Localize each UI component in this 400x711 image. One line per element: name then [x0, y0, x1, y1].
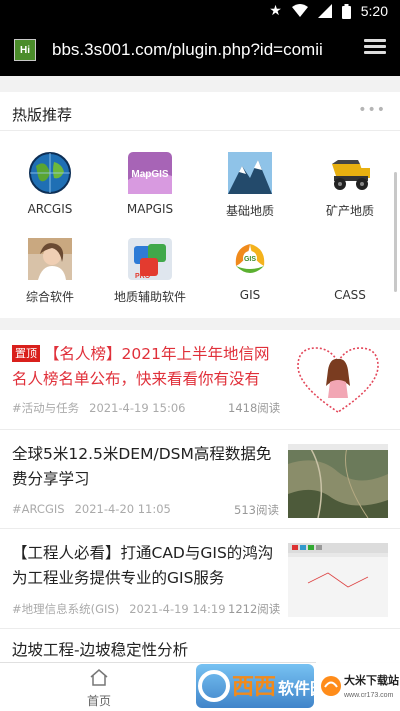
watermark: 西西 软件园 大米下载站 www.cr173.com [196, 660, 400, 711]
divider [0, 130, 400, 131]
board-label: 矿产地质 [325, 204, 374, 218]
scrollbar[interactable] [394, 172, 397, 292]
list-item[interactable]: 【工程人必看】打通CAD与GIS的鸿沟为工程业务提供专业的GIS服务 #地理信息… [0, 529, 400, 629]
globe-icon [26, 150, 74, 196]
office-icon: PRO [126, 236, 174, 282]
browser-toolbar: Hi bbs.3s001.com/plugin.php?id=comii [0, 24, 400, 76]
dump-truck-icon [326, 150, 374, 196]
battery-icon [341, 3, 351, 19]
board-gis[interactable]: GIS GIS [200, 236, 300, 302]
signal-icon [317, 4, 332, 18]
mapgis-icon: MapGIS [126, 150, 174, 196]
board-geology-aux-software[interactable]: PRO 地质辅助软件 [100, 236, 200, 305]
news-thumbnail [288, 543, 388, 617]
board-label: CASS [334, 288, 366, 302]
clock: 5:20 [360, 3, 388, 19]
news-reads: 1212阅读 [228, 602, 281, 616]
blank-icon [326, 236, 374, 282]
news-title: 【工程人必看】打通CAD与GIS的鸿沟为工程业务提供专业的GIS服务 [12, 544, 274, 587]
home-label: 首页 [86, 694, 111, 708]
board-general-software[interactable]: 综合软件 [0, 236, 100, 305]
news-date: 2021-4-19 14:19 [129, 602, 226, 616]
wifi-icon [291, 4, 308, 17]
hot-boards-section: 热版推荐 ••• ARCGIS MapGIS MAPGIS 基础地质 矿产地质 … [0, 92, 400, 318]
list-item[interactable]: 置顶 【名人榜】2021年上半年地信网名人榜名单公布，快来看看你有没有 #活动与任… [0, 330, 400, 430]
board-label: MAPGIS [126, 202, 174, 216]
news-date: 2021-4-19 15:06 [89, 401, 186, 415]
more-icon[interactable]: ••• [358, 102, 386, 118]
news-date: 2021-4-20 11:05 [74, 502, 171, 516]
photo-icon [26, 236, 74, 282]
board-label: 基础地质 [225, 204, 274, 218]
home-icon [90, 669, 108, 686]
news-thumbnail [288, 342, 388, 416]
watermark-text-4: www.cr173.com [343, 692, 394, 699]
news-reads: 1418阅读 [228, 401, 281, 415]
list-item[interactable]: 全球5米12.5米DEM/DSM高程数据免费分享学习 #ARCGIS 2021-4… [0, 430, 400, 529]
news-reads: 513阅读 [234, 503, 279, 517]
board-arcgis[interactable]: ARCGIS [0, 150, 100, 216]
news-thumbnail [288, 444, 388, 518]
watermark-text-1: 西西 [232, 675, 276, 700]
news-title: 全球5米12.5米DEM/DSM高程数据免费分享学习 [12, 445, 272, 488]
board-basic-geology[interactable]: 基础地质 [200, 150, 300, 219]
news-meta: #ARCGIS 2021-4-20 11:05 [12, 502, 171, 516]
news-tag[interactable]: #ARCGIS [12, 502, 65, 516]
gis-leaf-icon: GIS [226, 236, 274, 282]
news-title: 置顶 【名人榜】2021年上半年地信网名人榜名单公布，快来看看你有没有 [12, 345, 270, 388]
svg-text:MapGIS: MapGIS [131, 169, 169, 180]
url-field[interactable]: bbs.3s001.com/plugin.php?id=comii [52, 40, 348, 60]
board-mapgis[interactable]: MapGIS MAPGIS [100, 150, 200, 216]
watermark-text-3: 大米下载站 [344, 673, 399, 687]
news-tag[interactable]: #活动与任务 [12, 401, 79, 415]
pinned-badge: 置顶 [12, 345, 40, 362]
svg-text:PRO: PRO [135, 273, 151, 280]
news-list: 置顶 【名人榜】2021年上半年地信网名人榜名单公布，快来看看你有没有 #活动与任… [0, 330, 400, 670]
tab-home[interactable]: 首页 [74, 668, 124, 709]
board-mineral-geology[interactable]: 矿产地质 [300, 150, 400, 219]
board-label: GIS [239, 288, 261, 302]
svg-text:GIS: GIS [244, 256, 256, 263]
star-icon: ★ [269, 3, 282, 19]
news-meta: #活动与任务 2021-4-19 15:06 [12, 400, 185, 416]
board-cass[interactable]: CASS [300, 236, 400, 302]
board-label: ARCGIS [27, 202, 73, 216]
status-bar: ★ 5:20 [0, 0, 400, 24]
news-meta: #地理信息系统(GIS) 2021-4-19 14:19 [12, 601, 226, 617]
board-label: 综合软件 [25, 290, 74, 304]
news-tag[interactable]: #地理信息系统(GIS) [12, 602, 119, 616]
board-label: 地质辅助软件 [113, 290, 186, 304]
menu-icon[interactable] [364, 39, 386, 59]
section-title: 热版推荐 [12, 106, 73, 124]
site-favicon: Hi [14, 39, 36, 61]
mountain-icon [226, 150, 274, 196]
